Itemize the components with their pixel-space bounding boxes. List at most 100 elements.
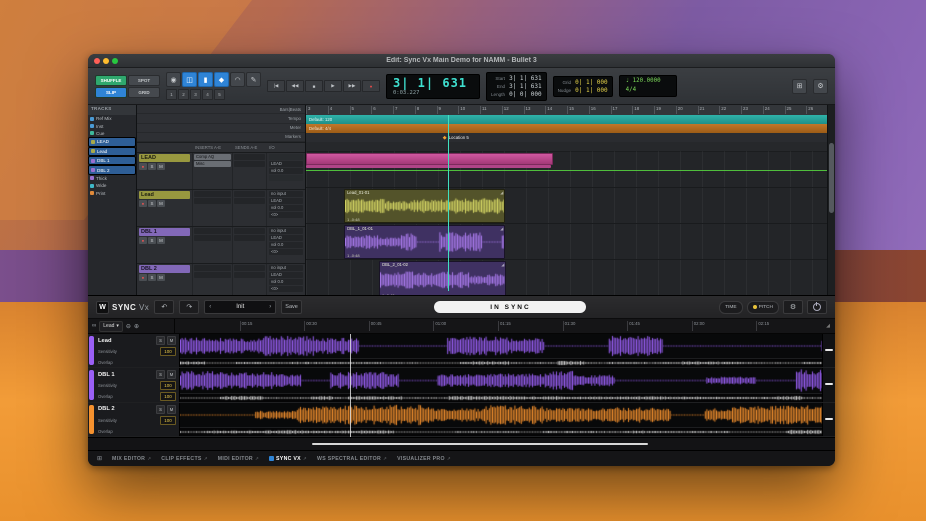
stop-button[interactable]: ■	[305, 80, 323, 92]
minimize-button[interactable]	[103, 57, 109, 64]
send-slot-empty[interactable]	[234, 198, 265, 204]
strip-track-name[interactable]: DBL 2	[139, 265, 190, 273]
scrollbar-handle[interactable]	[829, 143, 834, 213]
fade-handle-icon[interactable]: ◢	[501, 262, 504, 267]
io-value[interactable]: vol 0.0	[269, 168, 303, 174]
track-list-item-ref-mix[interactable]: Ref Mix	[88, 115, 136, 122]
track-list-item-inst[interactable]: Inst	[88, 122, 136, 129]
mute-button[interactable]: M	[167, 336, 176, 345]
waveform-display[interactable]	[180, 402, 822, 436]
edit-timeline[interactable]: 3 4 5 6 7 8 9 10 11 12 13 14 15 16 17 18 19 20 21 22 23 24 25 2…	[306, 105, 835, 295]
solo-button[interactable]: S	[148, 274, 156, 281]
audio-clip-lead[interactable]: Lead_01-01 1 -0:48 ◢	[344, 189, 506, 223]
ruler-label-meter[interactable]: Meter	[137, 124, 305, 133]
vertical-scrollbar[interactable]	[827, 105, 835, 295]
track-list-item-lead[interactable]: LEAD	[88, 137, 136, 147]
preset-next-icon[interactable]: ›	[269, 304, 271, 310]
io-value[interactable]: LEAD	[269, 198, 303, 204]
zoom-in-icon[interactable]: ⊕	[134, 323, 139, 330]
io-column[interactable]: LEAD vol 0.0	[267, 153, 305, 189]
play-button[interactable]: ▶	[324, 80, 342, 92]
gain-slider[interactable]	[822, 402, 835, 436]
start-value[interactable]: 3| 1| 631	[509, 75, 542, 82]
trim-tool-icon[interactable]: ◫	[182, 72, 197, 87]
main-counter-display[interactable]: 3| 1| 631 0:03.227	[386, 73, 480, 99]
folder-group-clip[interactable]	[306, 153, 554, 165]
rewind-button[interactable]: ◀◀	[286, 80, 304, 92]
nudge-value[interactable]: 0| 1| 000	[575, 87, 608, 94]
track-list-item-lead[interactable]: Lead	[88, 146, 136, 156]
zoom-tool-icon[interactable]: ◉	[166, 72, 181, 87]
length-value[interactable]: 0| 0| 000	[509, 91, 542, 98]
bottom-tab-ws-spectral-editor[interactable]: WS SPECTRAL EDITOR ↗	[317, 456, 387, 462]
send-slot-empty[interactable]	[234, 191, 265, 197]
bottom-tab-clip-effects[interactable]: CLIP EFFECTS ↗	[161, 456, 207, 462]
inserts-slots[interactable]: Comp AQ Misc	[193, 153, 233, 189]
solo-button[interactable]: S	[156, 370, 165, 380]
io-column[interactable]: no input LEAD vol 0.0 <0>	[267, 190, 305, 226]
zoom-out-icon[interactable]: ⊖	[126, 323, 131, 330]
bottom-tab-visualizer-pro[interactable]: VISUALIZER PRO ↗	[397, 456, 451, 462]
redo-button[interactable]: ↷	[179, 300, 200, 314]
io-value[interactable]: no input	[269, 265, 303, 271]
solo-button[interactable]: S	[148, 163, 156, 170]
grid-nudge-display[interactable]: Grid 0| 1| 000 Nudge 0| 1| 000	[552, 75, 613, 97]
mute-button[interactable]: M	[167, 370, 176, 380]
send-slot-empty[interactable]	[234, 272, 265, 278]
insert-slot[interactable]: Comp AQ	[194, 154, 231, 160]
track-list-item-dbl-2[interactable]: DBL 2	[88, 165, 136, 175]
gain-slider[interactable]	[822, 334, 835, 368]
io-value[interactable]: LEAD	[269, 161, 303, 167]
record-arm-button[interactable]: ●	[139, 274, 147, 281]
sends-slots[interactable]	[233, 153, 267, 189]
clip-lanes[interactable]: Lead_01-01 1 -0:48 ◢ DBL_1_01-01 1 -0:48…	[306, 151, 828, 295]
end-value[interactable]: 3| 1| 631	[509, 83, 542, 90]
record-arm-button[interactable]: ●	[139, 163, 147, 170]
waveform-display[interactable]	[180, 334, 822, 368]
time-mode-button[interactable]: TIME	[719, 300, 743, 314]
ruler-label-markers[interactable]: Markers	[137, 133, 305, 142]
track-strip-lead[interactable]: LEAD ● S M Comp AQ Misc LEAD vol 0.0	[137, 153, 305, 190]
param-value-box[interactable]: 100	[160, 381, 176, 391]
io-value[interactable]: vol 0.0	[269, 242, 303, 248]
edit-mode-slip[interactable]: SLIP	[95, 86, 127, 98]
send-slot-empty[interactable]	[234, 154, 265, 160]
sends-slots[interactable]	[233, 227, 267, 263]
zoom-preset-4[interactable]: 4	[202, 89, 213, 100]
solo-button[interactable]: S	[148, 237, 156, 244]
link-icon[interactable]: ∞	[92, 323, 96, 329]
solo-button[interactable]: S	[156, 336, 165, 345]
maximize-button[interactable]	[112, 57, 118, 64]
io-value[interactable]: no input	[269, 228, 303, 234]
track-list-item-print[interactable]: Print	[88, 190, 136, 197]
io-value[interactable]: <0>	[269, 286, 303, 292]
edit-mode-shuffle[interactable]: SHUFFLE	[95, 74, 127, 86]
record-arm-button[interactable]: ●	[139, 200, 147, 207]
inserts-slots[interactable]	[193, 227, 233, 263]
selection-display[interactable]: Start 3| 1| 631 End 3| 1| 631 Length 0| …	[486, 71, 547, 101]
insert-slot[interactable]: Misc	[194, 161, 231, 167]
sends-slots[interactable]	[233, 190, 267, 226]
fade-handle-icon[interactable]: ◢	[500, 190, 503, 195]
zoom-preset-3[interactable]: 3	[190, 89, 201, 100]
mute-button[interactable]: M	[157, 163, 165, 170]
plugin-time-ruler[interactable]: 00:15 00:30 00:45 01:00 01:15 01:30 01:45 02:00…	[175, 319, 821, 333]
preset-selector[interactable]: ‹ Init ›	[204, 300, 277, 314]
meter-ruler[interactable]: Default: 4/4	[306, 124, 828, 133]
focus-track-selector[interactable]: Lead ▾	[99, 320, 123, 332]
ruler-label-bars-beats[interactable]: Bars|Beats	[137, 105, 305, 115]
plugin-track-controls[interactable]: DBL 2 S M Sensitivity 100 Overlap	[88, 402, 180, 436]
zoom-preset-5[interactable]: 5	[214, 89, 225, 100]
save-preset-button[interactable]: Save	[281, 300, 302, 314]
select-tool-icon[interactable]: ▮	[198, 72, 213, 87]
send-slot-empty[interactable]	[234, 161, 265, 167]
solo-button[interactable]: S	[148, 200, 156, 207]
insert-slot-empty[interactable]	[194, 198, 231, 204]
mute-button[interactable]: M	[157, 274, 165, 281]
plugin-track-controls[interactable]: Lead S M Sensitivity 100 Overlap	[88, 334, 180, 368]
plugin-settings-gear-icon[interactable]: ⚙	[783, 300, 803, 314]
io-value[interactable]: LEAD	[269, 272, 303, 278]
mute-button[interactable]: M	[167, 404, 176, 414]
inserts-slots[interactable]	[193, 190, 233, 226]
grid-value[interactable]: 0| 1| 000	[575, 79, 608, 86]
